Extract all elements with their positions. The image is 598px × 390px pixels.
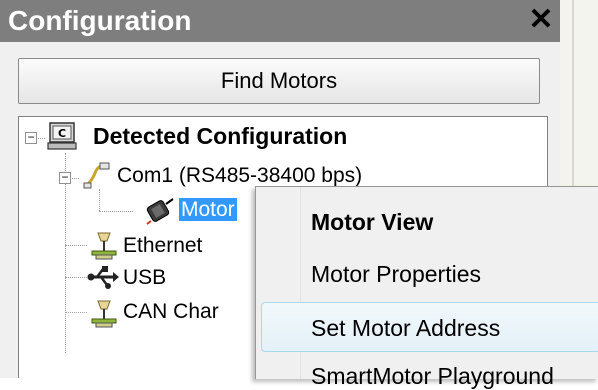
tree-line bbox=[65, 312, 87, 313]
menu-item-motor-view[interactable]: Motor View bbox=[311, 209, 433, 236]
motor-label: Motor bbox=[179, 198, 237, 221]
tree-node-root[interactable]: Detected Configuration bbox=[93, 123, 347, 149]
tree-line bbox=[99, 211, 133, 212]
computer-icon: C bbox=[47, 121, 79, 158]
menu-item-smartmotor-playground[interactable]: SmartMotor Playground bbox=[311, 363, 554, 390]
panel-title: Configuration bbox=[8, 5, 192, 36]
close-icon[interactable]: ✕ bbox=[526, 5, 556, 37]
panel-titlebar: Configuration ✕ bbox=[0, 0, 560, 42]
motor-icon bbox=[145, 195, 175, 230]
ethernet-icon bbox=[89, 229, 119, 266]
tree-line bbox=[65, 277, 87, 278]
menu-item-set-motor-address[interactable]: Set Motor Address bbox=[311, 315, 500, 342]
tree-node-can[interactable]: CAN Char bbox=[123, 299, 219, 325]
context-menu: Motor View Motor Properties Set Motor Ad… bbox=[255, 186, 598, 389]
tree-node-usb[interactable]: USB bbox=[123, 265, 166, 291]
usb-icon bbox=[87, 263, 119, 296]
serial-port-icon bbox=[83, 161, 111, 194]
tree-line bbox=[65, 245, 87, 246]
menu-item-motor-properties[interactable]: Motor Properties bbox=[311, 261, 481, 288]
com1-expander-icon[interactable]: − bbox=[59, 171, 71, 184]
svg-text:C: C bbox=[58, 127, 66, 140]
find-motors-button[interactable]: Find Motors bbox=[18, 58, 540, 104]
root-expander-icon[interactable]: − bbox=[25, 131, 37, 144]
tree-node-motor[interactable]: Motor bbox=[179, 197, 237, 223]
tree-node-ethernet[interactable]: Ethernet bbox=[123, 233, 202, 259]
can-icon bbox=[89, 297, 119, 334]
